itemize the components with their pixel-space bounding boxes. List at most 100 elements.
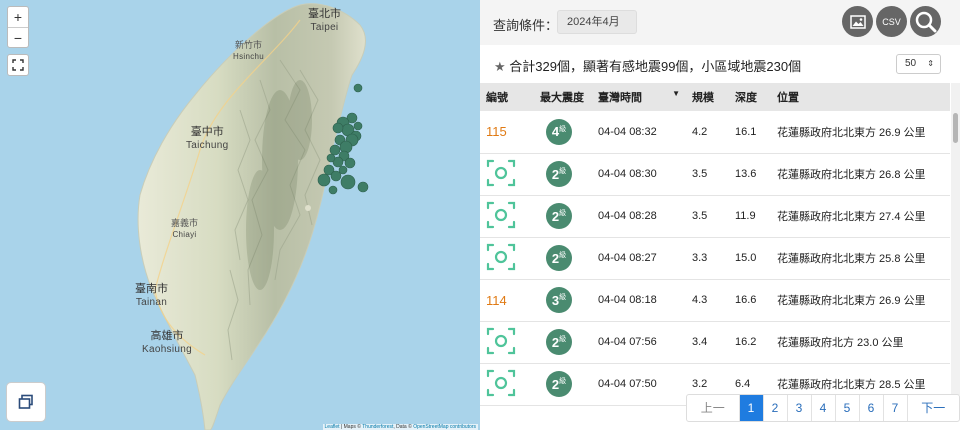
cell-id [480,237,534,280]
layers-button[interactable] [6,382,46,422]
cell-intensity: 2級 [534,237,592,280]
intensity-unit: 級 [559,168,567,175]
query-bar: 查詢條件： 2024年4月 CSV [480,0,960,45]
earthquake-map[interactable]: 臺北市 Taipei 新竹市 Hsinchu 臺中市 Taichung 嘉義市 Chia… [0,0,480,430]
cell-magnitude: 3.5 [686,153,729,196]
page-button-7[interactable]: 7 [884,395,908,421]
next-page-button[interactable]: 下一頁 [908,395,960,421]
cell-time: 04-04 08:28 [592,195,686,238]
intensity-value: 2 [551,166,560,182]
intensity-badge: 2級 [546,203,572,229]
summary-text: 合計329個，顯著有感地震99個，小區域地震230個 [509,59,802,74]
table-row[interactable]: 2級 04-04 08:28 3.5 11.9 花蓮縣政府北北東方 27.4 公… [480,195,950,238]
zoom-in-button[interactable]: + [8,7,28,27]
col-header-time-label: 臺灣時間 [598,92,642,104]
small-quake-icon [486,243,516,270]
earthquake-marker[interactable] [357,181,369,193]
page-button-1[interactable]: 1 [739,395,764,421]
cell-location: 花蓮縣政府北北東方 26.9 公里 [771,111,950,154]
table-header-row: 編號 最大震度 臺灣時間 ▼ 規模 深度 位置 [480,83,950,111]
scrollbar-thumb[interactable] [953,113,958,143]
page-button-2[interactable]: 2 [764,395,788,421]
zoom-out-button[interactable]: − [8,27,28,47]
cell-time: 04-04 08:32 [592,111,686,154]
intensity-value: 2 [551,334,560,350]
attribution-text: | Maps © [339,424,363,430]
col-header-intensity[interactable]: 最大震度 [534,83,592,111]
cell-magnitude: 4.2 [686,111,729,154]
intensity-badge: 2級 [546,329,572,355]
event-number[interactable]: 115 [486,124,507,139]
image-icon [849,14,866,29]
cell-depth: 15.0 [729,237,771,280]
prev-page-button[interactable]: 上一頁 [687,395,740,421]
earthquake-marker[interactable] [330,170,342,182]
cell-intensity: 3級 [534,279,592,322]
earthquake-marker[interactable] [353,83,363,93]
earthquake-marker[interactable] [332,122,344,134]
cell-depth: 16.1 [729,111,771,154]
table-row[interactable]: 115 4級 04-04 08:32 4.2 16.1 花蓮縣政府北北東方 26… [480,111,950,154]
image-export-button[interactable] [842,6,873,37]
col-header-time[interactable]: 臺灣時間 ▼ [592,83,686,111]
intensity-badge: 2級 [546,161,572,187]
earthquake-markers[interactable] [0,0,480,430]
col-header-location[interactable]: 位置 [771,83,950,111]
thunderforest-link[interactable]: Thunderforest [362,424,393,430]
cell-intensity: 4級 [534,111,592,154]
col-header-id[interactable]: 編號 [480,83,534,111]
earthquake-list-panel: 查詢條件： 2024年4月 CSV ★ 合計329個，顯著有感地震99個，小區域… [480,0,960,430]
intensity-unit: 級 [559,210,567,217]
cell-id [480,363,534,406]
zoom-control: + − [7,6,29,48]
leaflet-link[interactable]: Leaflet [325,424,340,430]
intensity-unit: 級 [559,378,567,385]
earthquake-marker[interactable] [353,121,363,131]
cell-time: 04-04 07:50 [592,363,686,406]
cell-id: 114 [480,279,534,322]
earthquake-marker[interactable] [326,153,336,163]
cell-id [480,153,534,196]
intensity-unit: 級 [559,336,567,343]
csv-export-button[interactable]: CSV [876,6,907,37]
page-button-4[interactable]: 4 [812,395,836,421]
table-row[interactable]: 2級 04-04 08:27 3.3 15.0 花蓮縣政府北北東方 25.8 公… [480,237,950,280]
intensity-badge: 3級 [546,287,572,313]
earthquake-marker[interactable] [328,185,338,195]
per-page-value: 50 [905,58,917,69]
col-header-magnitude[interactable]: 規模 [686,83,729,111]
per-page-select[interactable]: 50 ⇕ [896,54,941,74]
earthquake-marker[interactable] [340,174,356,190]
earthquake-marker[interactable] [344,157,356,169]
intensity-unit: 級 [559,294,567,301]
cell-depth: 16.6 [729,279,771,322]
star-icon: ★ [494,59,506,74]
cell-time: 04-04 08:30 [592,153,686,196]
cell-id: 115 [480,111,534,154]
earthquake-marker[interactable] [317,173,331,187]
col-header-depth[interactable]: 深度 [729,83,771,111]
intensity-value: 4 [551,124,560,140]
table-row[interactable]: 2級 04-04 08:30 3.5 13.6 花蓮縣政府北北東方 26.8 公… [480,153,950,196]
page-button-5[interactable]: 5 [836,395,860,421]
intensity-badge: 4級 [546,118,572,145]
fullscreen-button[interactable] [7,54,29,76]
earthquake-marker[interactable] [329,144,341,156]
table-row[interactable]: 2級 04-04 07:56 3.4 16.2 花蓮縣政府北方 23.0 公里 [480,321,950,364]
small-quake-icon [486,159,516,186]
small-quake-icon [486,327,516,354]
search-button[interactable] [910,6,941,37]
table-row[interactable]: 114 3級 04-04 08:18 4.3 16.6 花蓮縣政府北北東方 26… [480,279,950,322]
osm-link[interactable]: OpenStreetMap contributors [413,424,476,430]
page-button-3[interactable]: 3 [788,395,812,421]
table-scrollbar[interactable] [951,83,960,395]
cell-intensity: 2級 [534,363,592,406]
event-number[interactable]: 114 [486,293,507,308]
query-month-input[interactable]: 2024年4月 [557,10,637,34]
cell-intensity: 2級 [534,195,592,238]
page-button-6[interactable]: 6 [860,395,884,421]
small-quake-icon [486,369,516,396]
cell-location: 花蓮縣政府北北東方 26.8 公里 [771,153,950,196]
layers-icon [18,394,33,409]
cell-id [480,195,534,238]
